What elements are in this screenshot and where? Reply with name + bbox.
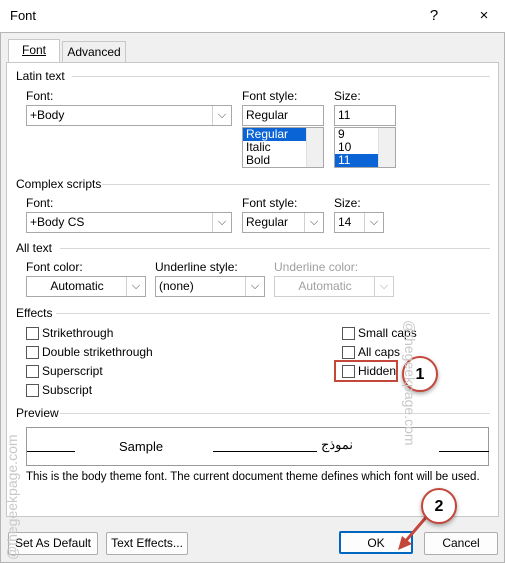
subscript-checkbox[interactable] — [26, 384, 39, 397]
latin-style-label: Font style: — [242, 89, 298, 103]
complex-section-label: Complex scripts — [16, 177, 102, 191]
chevron-down-icon: ⌵ — [374, 277, 393, 296]
scrollbar[interactable] — [306, 128, 323, 167]
alltext-section-label: All text — [16, 241, 53, 255]
latin-size-input[interactable]: 11 — [334, 105, 396, 126]
scrollbar[interactable] — [378, 128, 395, 167]
text-effects-button[interactable]: Text Effects... — [106, 532, 188, 555]
all-caps-label[interactable]: All caps — [358, 345, 400, 359]
preview-box: Sample نموذج — [26, 427, 489, 466]
double-strikethrough-checkbox[interactable] — [26, 346, 39, 359]
effects-section-label: Effects — [16, 306, 53, 320]
preview-rule — [439, 451, 489, 452]
complex-font-label: Font: — [26, 196, 54, 210]
chevron-down-icon[interactable]: ⌵ — [212, 213, 231, 232]
hidden-label[interactable]: Hidden — [358, 364, 396, 378]
latin-font-value: +Body — [30, 108, 65, 122]
chevron-down-icon[interactable]: ⌵ — [304, 213, 323, 232]
close-button[interactable]: × — [470, 5, 498, 27]
small-caps-checkbox[interactable] — [342, 327, 355, 340]
divider — [72, 76, 490, 77]
preview-sample-text: Sample — [119, 439, 164, 454]
divider — [56, 313, 490, 314]
latin-style-list[interactable]: Regular Italic Bold — [242, 127, 324, 168]
preview-rule — [27, 451, 75, 452]
latin-section-label: Latin text — [16, 69, 65, 83]
latin-size-list[interactable]: 9 10 11 — [334, 127, 396, 168]
tab-advanced[interactable]: Advanced — [62, 41, 126, 63]
set-as-default-button[interactable]: Set As Default — [8, 532, 98, 555]
chevron-down-icon[interactable]: ⌵ — [364, 213, 383, 232]
help-button[interactable]: ? — [420, 5, 448, 27]
all-caps-checkbox[interactable] — [342, 346, 355, 359]
strikethrough-checkbox[interactable] — [26, 327, 39, 340]
superscript-checkbox[interactable] — [26, 365, 39, 378]
font-color-combo[interactable]: Automatic ⌵ — [26, 276, 146, 297]
complex-style-label: Font style: — [242, 196, 298, 210]
subscript-label[interactable]: Subscript — [42, 383, 92, 397]
latin-size-label: Size: — [334, 89, 361, 103]
watermark-right: @thegeekpage.com — [402, 320, 418, 446]
step-callout-2: 2 — [421, 488, 457, 524]
underline-color-combo: Automatic ⌵ — [274, 276, 394, 297]
chevron-down-icon[interactable]: ⌵ — [212, 106, 231, 125]
complex-style-combo[interactable]: Regular ⌵ — [242, 212, 324, 233]
underline-style-label: Underline style: — [155, 260, 238, 274]
complex-font-combo[interactable]: +Body CS ⌵ — [26, 212, 232, 233]
window-title: Font — [10, 8, 37, 23]
tab-font[interactable]: Font — [8, 39, 60, 63]
font-color-label: Font color: — [26, 260, 83, 274]
list-item[interactable]: 11 — [335, 154, 378, 167]
divider — [102, 184, 490, 185]
superscript-label[interactable]: Superscript — [42, 364, 103, 378]
preview-description: This is the body theme font. The current… — [26, 471, 480, 483]
underline-color-label: Underline color: — [274, 260, 359, 274]
underline-style-combo[interactable]: (none) ⌵ — [155, 276, 265, 297]
latin-style-input[interactable]: Regular — [242, 105, 324, 126]
double-strikethrough-label[interactable]: Double strikethrough — [42, 345, 153, 359]
watermark-left: @thegeekpage.com — [4, 434, 20, 560]
latin-font-combo[interactable]: +Body ⌵ — [26, 105, 232, 126]
preview-sample-rtl: نموذج — [321, 437, 354, 452]
latin-font-label: Font: — [26, 89, 54, 103]
strikethrough-label[interactable]: Strikethrough — [42, 326, 113, 340]
complex-size-combo[interactable]: 14 ⌵ — [334, 212, 384, 233]
complex-size-label: Size: — [334, 196, 361, 210]
chevron-down-icon[interactable]: ⌵ — [245, 277, 264, 296]
hidden-checkbox[interactable] — [342, 365, 355, 378]
divider — [60, 413, 490, 414]
chevron-down-icon[interactable]: ⌵ — [126, 277, 145, 296]
preview-rule — [213, 451, 317, 452]
divider — [60, 248, 490, 249]
preview-section-label: Preview — [16, 406, 59, 420]
